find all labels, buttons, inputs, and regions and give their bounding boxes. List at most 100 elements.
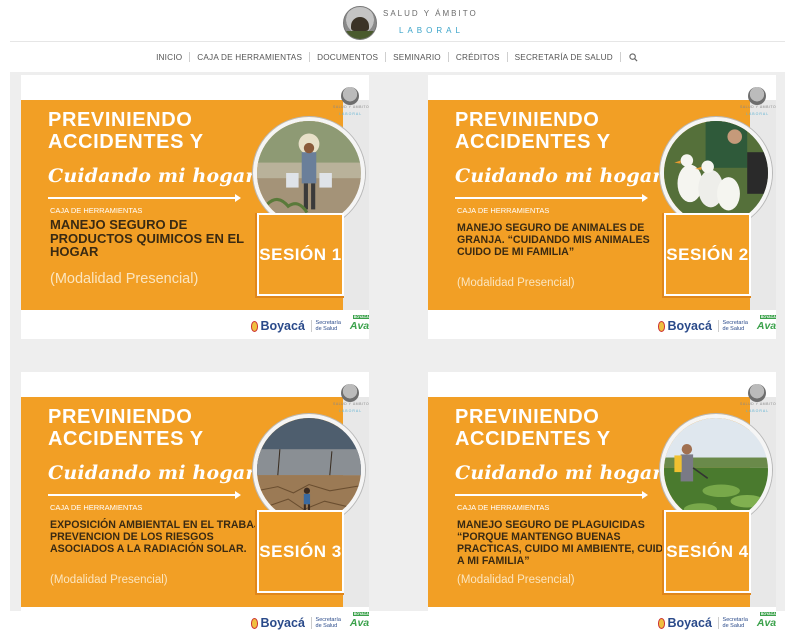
sponsor-logos: Boyacá Secretaría de Salud BOYACÁAvanza: [251, 612, 369, 631]
session-card[interactable]: SALUD Y ÁMBITO LABORAL PREVINIENDO ACCID…: [428, 372, 776, 636]
mini-logo-subtitle: LABORAL: [339, 409, 363, 413]
avanza-text: Avanza: [756, 617, 776, 629]
avanza-tag: BOYACÁ: [352, 612, 369, 616]
boyaca-logo: Boyacá: [667, 616, 712, 630]
mini-logo-icon: [748, 87, 766, 105]
card-description: MANEJO SEGURO DE ANIMALES DE GRANJA. “CU…: [457, 222, 650, 258]
avanza-tag: BOYACÁ: [759, 315, 776, 319]
session-label: SESIÓN 4: [666, 542, 749, 561]
site-subtitle: LABORAL: [399, 26, 464, 35]
card-script-title: Cuidando mi hogar: [455, 165, 663, 187]
logo-separator: [717, 320, 719, 332]
boyaca-seal-icon: [251, 320, 259, 332]
session-badge: SESIÓN 1: [257, 213, 344, 296]
arrow-line: [48, 197, 238, 199]
card-heading-line1: PREVINIENDO: [48, 406, 193, 428]
secretaria-logo: Secretaría de Salud: [722, 320, 748, 332]
secretaria-logo: Secretaría de Salud: [315, 617, 341, 629]
arrow-head-icon: [235, 194, 241, 202]
card-modality: (Modalidad Presencial): [50, 574, 168, 586]
nav-seminario[interactable]: SEMINARIO: [386, 53, 448, 62]
session-badge: SESIÓN 2: [664, 213, 751, 296]
mini-logo-subtitle: LABORAL: [746, 409, 770, 413]
card-modality: (Modalidad Presencial): [457, 277, 575, 289]
logo-separator: [310, 320, 312, 332]
sponsor-logos: Boyacá Secretaría de Salud BOYACÁAvanza: [658, 612, 776, 631]
card-heading-line2: ACCIDENTES Y: [48, 428, 204, 450]
card-script-title: Cuidando mi hogar: [455, 462, 663, 484]
mini-logo-subtitle: LABORAL: [339, 112, 363, 116]
mini-logo-title: SALUD Y ÁMBITO: [740, 402, 776, 406]
nav-creditos[interactable]: CRÉDITOS: [449, 53, 507, 62]
logo-emblem-icon: [343, 6, 377, 40]
farmer-buckets-photo-icon: [257, 121, 361, 225]
logo-separator: [717, 617, 719, 629]
card-heading-line1: PREVINIENDO: [48, 109, 193, 131]
nav-inicio[interactable]: INICIO: [149, 53, 189, 62]
card-modality: (Modalidad Presencial): [50, 271, 199, 287]
boyaca-logo: Boyacá: [260, 616, 305, 630]
boyaca-seal-icon: [658, 320, 666, 332]
card-modality: (Modalidad Presencial): [457, 574, 575, 586]
card-heading-line2: ACCIDENTES Y: [455, 428, 611, 450]
sponsor-logos: Boyacá Secretaría de Salud BOYACÁAvanza: [658, 315, 776, 334]
session-badge: SESIÓN 3: [257, 510, 344, 593]
geese-photo-icon: [664, 121, 768, 225]
mini-logo-title: SALUD Y ÁMBITO: [333, 105, 369, 109]
card-script-title: Cuidando mi hogar: [48, 165, 256, 187]
session-badge: SESIÓN 4: [664, 510, 751, 593]
card-heading-line2: ACCIDENTES Y: [455, 131, 611, 153]
drought-photo-icon: [257, 418, 361, 522]
arrow-line: [48, 494, 238, 496]
session-label: SESIÓN 1: [259, 245, 342, 264]
card-category: CAJA DE HERRAMIENTAS: [457, 503, 550, 512]
card-category: CAJA DE HERRAMIENTAS: [50, 503, 143, 512]
session-card[interactable]: SALUD Y ÁMBITO LABORAL PREVINIENDO ACCID…: [21, 372, 369, 636]
card-heading-line2: ACCIDENTES Y: [48, 131, 204, 153]
mini-logo-icon: [341, 87, 359, 105]
avanza-text: Avanza: [756, 320, 776, 332]
session-card[interactable]: SALUD Y ÁMBITO LABORAL PREVINIENDO ACCID…: [21, 75, 369, 339]
boyaca-logo: Boyacá: [667, 319, 712, 333]
search-icon[interactable]: [621, 52, 646, 62]
card-category: CAJA DE HERRAMIENTAS: [457, 206, 550, 215]
avanza-tag: BOYACÁ: [352, 315, 369, 319]
mini-logo-title: SALUD Y ÁMBITO: [333, 402, 369, 406]
boyaca-seal-icon: [251, 617, 259, 629]
avanza-logo: BOYACÁAvanza: [350, 315, 369, 332]
logo-separator: [310, 617, 312, 629]
mini-logo-icon: [748, 384, 766, 402]
card-description: MANEJO SEGURO DE PRODUCTOS QUIMICOS EN E…: [50, 217, 244, 259]
card-category: CAJA DE HERRAMIENTAS: [50, 206, 143, 215]
header-divider: [10, 41, 785, 42]
nav-secretaria-salud[interactable]: SECRETARÍA DE SALUD: [508, 53, 620, 62]
session-label: SESIÓN 2: [666, 245, 749, 264]
card-heading-line1: PREVINIENDO: [455, 109, 600, 131]
arrow-line: [455, 197, 645, 199]
card-description: EXPOSICIÓN AMBIENTAL EN EL TRABAJO. PREV…: [50, 519, 271, 555]
card-script-title: Cuidando mi hogar: [48, 462, 256, 484]
avanza-text: Avanza: [349, 617, 369, 629]
session-card[interactable]: SALUD Y ÁMBITO LABORAL PREVINIENDO ACCID…: [428, 75, 776, 339]
boyaca-seal-icon: [658, 617, 666, 629]
arrow-head-icon: [235, 491, 241, 499]
secretaria-logo: Secretaría de Salud: [722, 617, 748, 629]
avanza-logo: BOYACÁAvanza: [756, 315, 776, 332]
avanza-logo: BOYACÁAvanza: [349, 612, 369, 629]
nav-caja-herramientas[interactable]: CAJA DE HERRAMIENTAS: [190, 53, 309, 62]
mini-logo-subtitle: LABORAL: [746, 112, 770, 116]
avanza-tag: BOYACÁ: [759, 612, 776, 616]
arrow-line: [455, 494, 645, 496]
session-label: SESIÓN 3: [259, 542, 342, 561]
arrow-head-icon: [642, 491, 648, 499]
site-title: SALUD Y ÁMBITO: [383, 9, 478, 18]
secretaria-logo: Secretaría de Salud: [315, 320, 341, 332]
mini-logo-icon: [341, 384, 359, 402]
sprayer-photo-icon: [664, 418, 768, 522]
arrow-head-icon: [642, 194, 648, 202]
avanza-logo: BOYACÁAvanza: [756, 612, 776, 629]
site-header: SALUD Y ÁMBITO LABORAL INICIO CAJA DE HE…: [0, 0, 795, 72]
nav-documentos[interactable]: DOCUMENTOS: [310, 53, 385, 62]
card-heading-line1: PREVINIENDO: [455, 406, 600, 428]
mini-logo-title: SALUD Y ÁMBITO: [740, 105, 776, 109]
